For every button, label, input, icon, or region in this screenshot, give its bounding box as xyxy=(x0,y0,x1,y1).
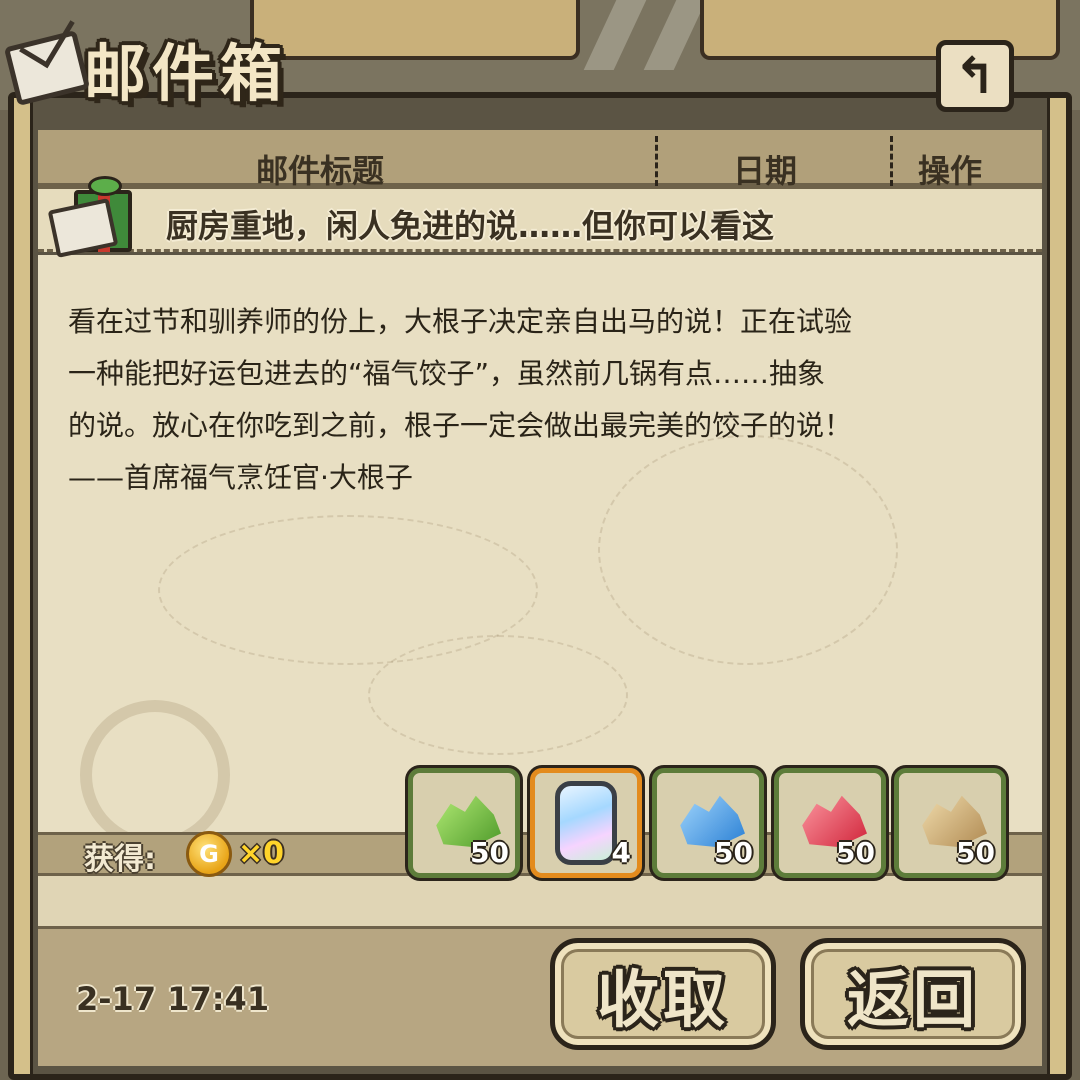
return-arrow-icon: ↰ xyxy=(954,47,996,105)
back-button[interactable]: 返回 xyxy=(800,938,1026,1050)
column-divider xyxy=(655,136,658,186)
panel-rail-right xyxy=(1047,98,1069,1074)
gold-coin-icon: G xyxy=(186,831,232,877)
mail-signature: ——首席福气烹饪官·大根子 xyxy=(68,461,413,494)
mail-body-line: 一种能把好运包进去的“福气饺子”，虽然前几锅有点……抽象 xyxy=(68,357,826,390)
back-button-label: 返回 xyxy=(846,963,979,1036)
ship-wheel-watermark xyxy=(80,700,230,850)
mail-date: 2-17 17:41 xyxy=(76,980,270,1018)
column-divider xyxy=(890,136,893,186)
capsule-icon xyxy=(555,781,617,865)
reward-item-tan-crystal[interactable]: 50 xyxy=(894,768,1006,878)
collect-button-label: 收取 xyxy=(596,963,729,1036)
panel-rail-left xyxy=(11,98,33,1074)
coin-count: ×0 xyxy=(238,836,285,871)
item-quantity: 50 xyxy=(470,836,509,869)
item-quantity: 50 xyxy=(956,836,995,869)
item-quantity: 50 xyxy=(836,836,875,869)
reward-item-blue-crystal[interactable]: 50 xyxy=(652,768,764,878)
reward-label: 获得: xyxy=(84,842,156,877)
panel-title: 邮件箱 xyxy=(3,18,289,118)
mail-body-line: 的说。放心在你吃到之前，根子一定会做出最完美的饺子的说！ xyxy=(68,409,853,442)
item-quantity: 50 xyxy=(714,836,753,869)
reward-item-red-crystal[interactable]: 50 xyxy=(774,768,886,878)
reward-lower-area xyxy=(38,876,1042,926)
item-quantity: 4 xyxy=(611,836,631,869)
envelope-icon xyxy=(3,29,91,107)
mail-body-line: 看在过节和驯养师的份上，大根子决定亲自出马的说！正在试验 xyxy=(68,305,853,338)
background-plank xyxy=(250,0,580,60)
gift-mail-icon xyxy=(47,176,136,258)
collect-button[interactable]: 收取 xyxy=(550,938,776,1050)
return-button[interactable]: ↰ xyxy=(936,40,1014,112)
column-header-row: 邮件标题 日期 操作 xyxy=(38,130,1042,190)
page-title: 邮件箱 xyxy=(84,37,289,110)
reward-item-green-crystal[interactable]: 50 xyxy=(408,768,520,878)
mail-subject: 厨房重地，闲人免进的说……但你可以看这 xyxy=(166,207,775,245)
mail-body: 看在过节和驯养师的份上，大根子决定亲自出马的说！正在试验 一种能把好运包进去的“… xyxy=(68,296,1018,504)
reward-item-capsule[interactable]: 4 xyxy=(530,768,642,878)
